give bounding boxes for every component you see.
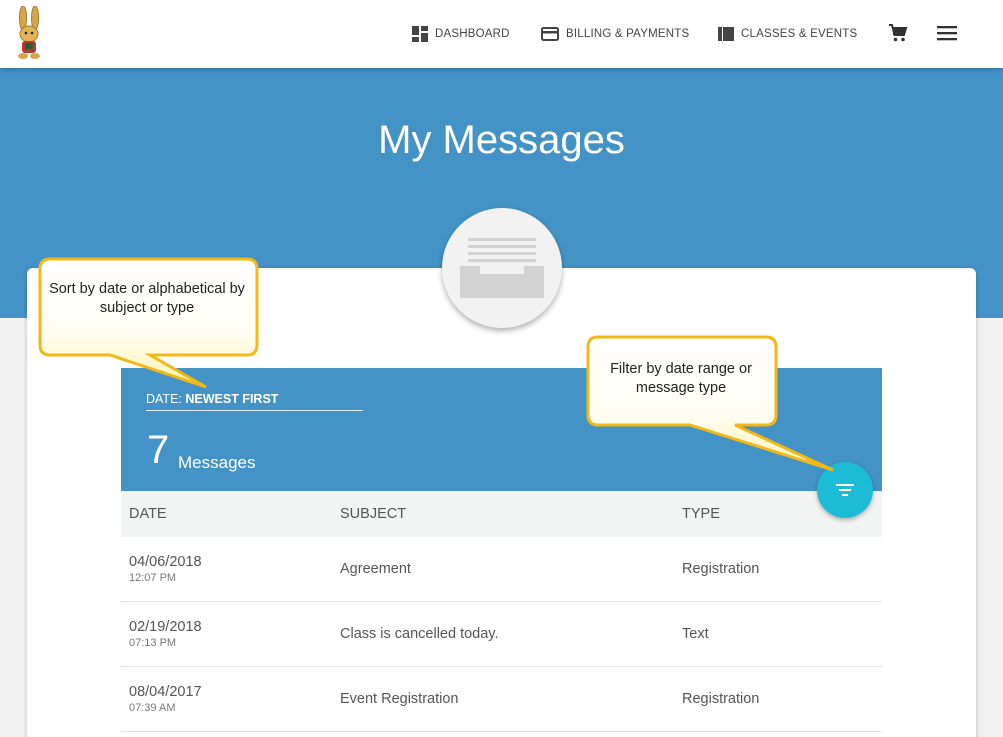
- messages-table: DATE SUBJECT TYPE 04/06/2018 12:07 PM Ag…: [121, 491, 882, 732]
- cell-type: Registration: [682, 691, 760, 707]
- nav-billing-payments[interactable]: BILLING & PAYMENTS: [541, 0, 689, 68]
- message-count: 7: [147, 428, 170, 472]
- sort-callout-text: Sort by date or alphabetical by subject …: [49, 281, 245, 316]
- credit-card-icon: [541, 27, 559, 41]
- dashboard-grid-icon: [412, 26, 428, 42]
- rabbit-logo-icon[interactable]: [12, 6, 46, 60]
- filter-icon: [836, 484, 854, 496]
- table-header: DATE SUBJECT TYPE: [121, 491, 882, 537]
- nav-dashboard-label: DASHBOARD: [435, 28, 510, 40]
- date-text: 08/04/2017: [129, 684, 202, 700]
- nav-classes-label: CLASSES & EVENTS: [741, 28, 858, 40]
- date-text: 04/06/2018: [129, 554, 202, 570]
- cell-type: Text: [682, 626, 709, 642]
- date-text: 02/19/2018: [129, 619, 202, 635]
- nav-dashboard[interactable]: DASHBOARD: [412, 0, 510, 68]
- sort-value: NEWEST FIRST: [185, 392, 279, 406]
- inbox-badge: [442, 208, 562, 328]
- nav-classes-events[interactable]: CLASSES & EVENTS: [718, 0, 857, 68]
- inbox-tray-icon: [460, 238, 544, 298]
- time-text: 07:39 AM: [129, 702, 176, 714]
- cell-type: Registration: [682, 561, 760, 577]
- filter-button[interactable]: [817, 462, 873, 518]
- message-count-label: Messages: [178, 453, 256, 472]
- cart-icon[interactable]: [888, 23, 908, 43]
- cell-date: 04/06/2018 12:07 PM: [121, 554, 332, 584]
- top-nav-bar: DASHBOARD BILLING & PAYMENTS CLASSES & E…: [0, 0, 1003, 68]
- filter-callout-text: Filter by date range or message type: [610, 361, 752, 396]
- sort-dropdown[interactable]: DATE: NEWEST FIRST: [146, 392, 363, 411]
- nav-billing-label: BILLING & PAYMENTS: [566, 28, 690, 40]
- column-header-subject[interactable]: SUBJECT: [332, 506, 674, 522]
- cell-date: 08/04/2017 07:39 AM: [121, 684, 332, 714]
- time-text: 07:13 PM: [129, 637, 177, 649]
- table-row[interactable]: 02/19/2018 07:13 PM Class is cancelled t…: [121, 602, 882, 667]
- cell-date: 02/19/2018 07:13 PM: [121, 619, 332, 649]
- column-header-date[interactable]: DATE: [121, 506, 332, 522]
- sort-prefix: DATE:: [146, 392, 186, 406]
- table-row[interactable]: 08/04/2017 07:39 AM Event Registration R…: [121, 667, 882, 732]
- table-row[interactable]: 04/06/2018 12:07 PM Agreement Registrati…: [121, 537, 882, 602]
- time-text: 12:07 PM: [129, 572, 177, 584]
- page-title: My Messages: [378, 118, 625, 162]
- cell-subject: Event Registration: [340, 691, 459, 707]
- book-icon: [718, 27, 734, 41]
- hamburger-menu-icon[interactable]: [937, 24, 957, 42]
- cell-subject: Class is cancelled today.: [340, 626, 499, 642]
- cell-subject: Agreement: [340, 561, 411, 577]
